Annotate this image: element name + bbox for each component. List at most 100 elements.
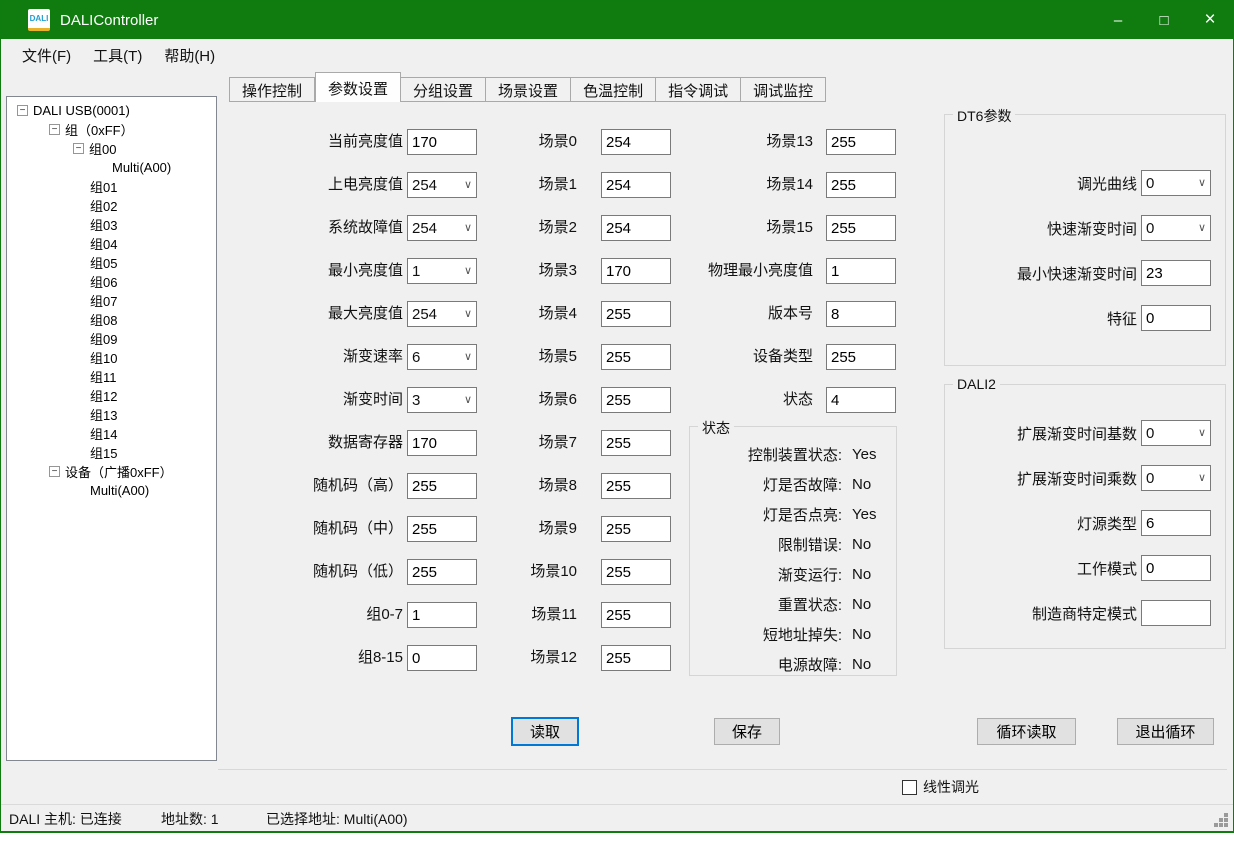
close-icon[interactable]: × bbox=[1187, 1, 1233, 39]
scene14-input[interactable] bbox=[826, 172, 896, 198]
tree-item[interactable]: 组04 bbox=[7, 234, 216, 253]
maximize-icon[interactable]: □ bbox=[1141, 1, 1187, 39]
tree-item[interactable]: 组01 bbox=[7, 177, 216, 196]
scene4-input[interactable] bbox=[601, 301, 671, 327]
scene3-input[interactable] bbox=[601, 258, 671, 284]
group-8-15-input[interactable] bbox=[407, 645, 477, 671]
scene6-input[interactable] bbox=[601, 387, 671, 413]
physical-min-brightness-input[interactable] bbox=[826, 258, 896, 284]
fast-fade-time-combo[interactable]: 0∨ bbox=[1141, 215, 1211, 241]
tab-grouping-settings[interactable]: 分组设置 bbox=[401, 77, 486, 102]
scene10-input[interactable] bbox=[601, 559, 671, 585]
tab-debug-monitor[interactable]: 调试监控 bbox=[741, 77, 826, 102]
menu-tools[interactable]: 工具(T) bbox=[82, 41, 153, 70]
status-value: No bbox=[852, 566, 871, 583]
field-row: 渐变速率6∨ bbox=[283, 344, 477, 370]
tree-item[interactable]: 组（0xFF） bbox=[7, 120, 216, 139]
manufacturer-mode-input[interactable] bbox=[1141, 600, 1211, 626]
min-brightness-combo[interactable]: 1∨ bbox=[407, 258, 477, 284]
scene2-input[interactable] bbox=[601, 215, 671, 241]
scene0-input[interactable] bbox=[601, 129, 671, 155]
field-label: 最小快速渐变时间 bbox=[955, 263, 1137, 284]
ext-fade-time-base-combo[interactable]: 0∨ bbox=[1141, 420, 1211, 446]
tab-parameter-settings[interactable]: 参数设置 bbox=[315, 72, 401, 102]
tree-item[interactable]: 组07 bbox=[7, 291, 216, 310]
features-input[interactable] bbox=[1141, 305, 1211, 331]
scene12-input[interactable] bbox=[601, 645, 671, 671]
system-failure-combo[interactable]: 254∨ bbox=[407, 215, 477, 241]
tree-item[interactable]: 组12 bbox=[7, 386, 216, 405]
tree-item[interactable]: DALI USB(0001) bbox=[7, 101, 216, 120]
random-code-mid-input[interactable] bbox=[407, 516, 477, 542]
tree-item[interactable]: Multi(A00) bbox=[7, 481, 216, 500]
scene1-input[interactable] bbox=[601, 172, 671, 198]
tree-item[interactable]: 组08 bbox=[7, 310, 216, 329]
tree-item[interactable]: 组10 bbox=[7, 348, 216, 367]
tree-item[interactable]: 组13 bbox=[7, 405, 216, 424]
loop-read-button[interactable]: 循环读取 bbox=[977, 718, 1076, 745]
status-input[interactable] bbox=[826, 387, 896, 413]
menu-file[interactable]: 文件(F) bbox=[11, 41, 82, 70]
chevron-down-icon: ∨ bbox=[464, 393, 472, 406]
tree-item[interactable]: 设备（广播0xFF） bbox=[7, 462, 216, 481]
exit-loop-button[interactable]: 退出循环 bbox=[1117, 718, 1214, 745]
field-label: 场景0 bbox=[521, 129, 577, 155]
tree-item[interactable]: 组00 bbox=[7, 139, 216, 158]
scene13-input[interactable] bbox=[826, 129, 896, 155]
field-label: 场景8 bbox=[521, 473, 577, 499]
random-code-high-input[interactable] bbox=[407, 473, 477, 499]
collapse-icon[interactable] bbox=[73, 143, 84, 154]
scene9-input[interactable] bbox=[601, 516, 671, 542]
collapse-icon[interactable] bbox=[49, 466, 60, 477]
resize-grip-icon[interactable] bbox=[1215, 814, 1217, 816]
field-row: 场景5 bbox=[521, 344, 671, 370]
minimize-icon[interactable]: – bbox=[1095, 1, 1141, 39]
scene7-input[interactable] bbox=[601, 430, 671, 456]
field-row: 渐变时间3∨ bbox=[283, 387, 477, 413]
linear-dimming-checkbox[interactable] bbox=[902, 780, 917, 795]
power-on-brightness-combo[interactable]: 254∨ bbox=[407, 172, 477, 198]
status-row: 灯是否点亮:Yes bbox=[690, 499, 896, 529]
group-0-7-input[interactable] bbox=[407, 602, 477, 628]
current-brightness-input[interactable] bbox=[407, 129, 477, 155]
tree-item[interactable]: 组11 bbox=[7, 367, 216, 386]
work-mode-input[interactable] bbox=[1141, 555, 1211, 581]
tab-scene-settings[interactable]: 场景设置 bbox=[486, 77, 571, 102]
ext-fade-time-multiplier-combo[interactable]: 0∨ bbox=[1141, 465, 1211, 491]
read-button[interactable]: 读取 bbox=[511, 717, 579, 746]
light-source-type-input[interactable] bbox=[1141, 510, 1211, 536]
tab-command-debug[interactable]: 指令调试 bbox=[656, 77, 741, 102]
max-brightness-combo[interactable]: 254∨ bbox=[407, 301, 477, 327]
tab-color-temp-control[interactable]: 色温控制 bbox=[571, 77, 656, 102]
collapse-icon[interactable] bbox=[17, 105, 28, 116]
tab-operation-control[interactable]: 操作控制 bbox=[229, 77, 315, 102]
tree-item[interactable]: 组15 bbox=[7, 443, 216, 462]
tree-item-label: 组04 bbox=[90, 234, 117, 253]
device-type-input[interactable] bbox=[826, 344, 896, 370]
version-input[interactable] bbox=[826, 301, 896, 327]
scene11-input[interactable] bbox=[601, 602, 671, 628]
save-button[interactable]: 保存 bbox=[714, 718, 780, 745]
tree-item[interactable]: 组14 bbox=[7, 424, 216, 443]
field-label: 快速渐变时间 bbox=[955, 218, 1137, 239]
fade-time-combo[interactable]: 3∨ bbox=[407, 387, 477, 413]
scene8-input[interactable] bbox=[601, 473, 671, 499]
tree-item[interactable]: 组05 bbox=[7, 253, 216, 272]
scene15-input[interactable] bbox=[826, 215, 896, 241]
tree-item-label: 组11 bbox=[90, 367, 117, 386]
fade-rate-combo[interactable]: 6∨ bbox=[407, 344, 477, 370]
tree-item[interactable]: 组02 bbox=[7, 196, 216, 215]
dimming-curve-combo[interactable]: 0∨ bbox=[1141, 170, 1211, 196]
min-fast-fade-time-input[interactable] bbox=[1141, 260, 1211, 286]
tree-item[interactable]: Multi(A00) bbox=[7, 158, 216, 177]
scene5-input[interactable] bbox=[601, 344, 671, 370]
status-row: 电源故障:No bbox=[690, 649, 896, 679]
random-code-low-input[interactable] bbox=[407, 559, 477, 585]
tree-item[interactable]: 组03 bbox=[7, 215, 216, 234]
collapse-icon[interactable] bbox=[49, 124, 60, 135]
data-register-input[interactable] bbox=[407, 430, 477, 456]
field-row: 工作模式 bbox=[955, 555, 1211, 581]
menu-help[interactable]: 帮助(H) bbox=[153, 41, 226, 70]
tree-item[interactable]: 组09 bbox=[7, 329, 216, 348]
tree-item[interactable]: 组06 bbox=[7, 272, 216, 291]
